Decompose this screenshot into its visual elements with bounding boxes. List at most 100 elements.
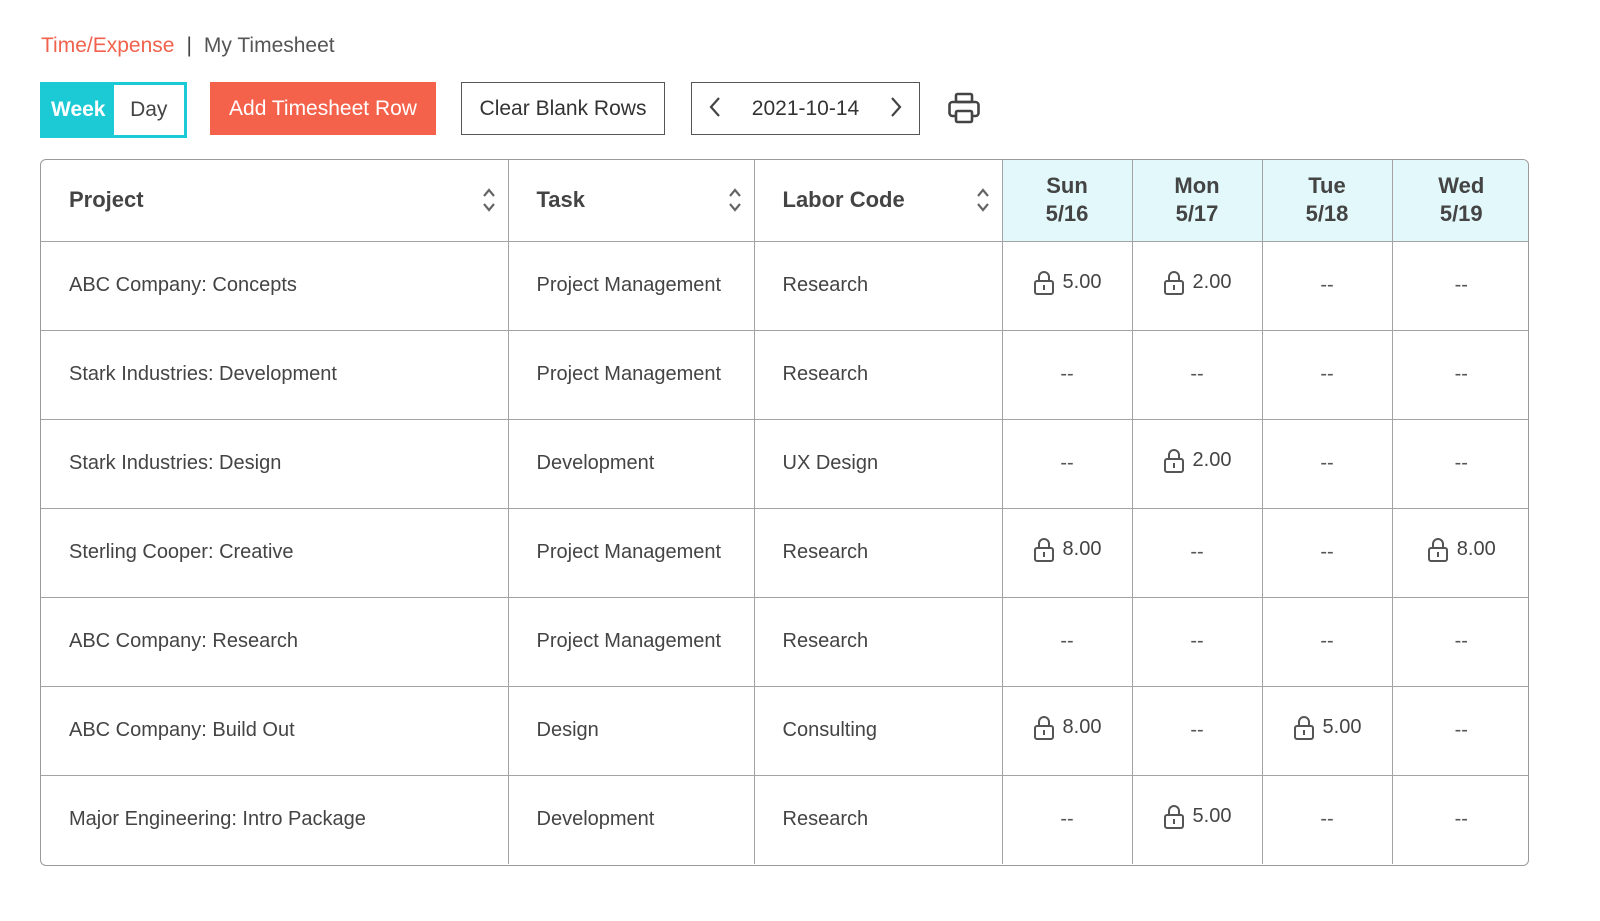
hours-cell[interactable]: 8.00 (1001, 507, 1133, 598)
view-toggle-day[interactable]: Day (114, 85, 185, 135)
breadcrumb: Time/Expense | My Timesheet (41, 34, 335, 58)
timesheet-grid: Project Task Labor Code Sun 5/16 Mon 5/1… (40, 159, 1529, 866)
hours-cell[interactable]: -- (1391, 329, 1528, 420)
hours-cell[interactable]: -- (1391, 774, 1528, 864)
table-row[interactable]: ABC Company: Concepts Project Management R… (41, 240, 1528, 331)
hours-cell[interactable]: 2.00 (1131, 240, 1263, 331)
hours-cell[interactable]: -- (1261, 596, 1393, 687)
hours-cell[interactable]: -- (1261, 774, 1393, 864)
labor-code-cell[interactable]: Consulting (753, 685, 1003, 776)
task-cell[interactable]: Project Management (507, 240, 755, 331)
lock-icon (1293, 715, 1314, 740)
hours-value: 2.00 (1192, 271, 1232, 293)
task-cell[interactable]: Design (507, 685, 755, 776)
hours-cell[interactable]: -- (1131, 685, 1263, 776)
hours-cell[interactable]: -- (1391, 418, 1528, 509)
hours-cell[interactable]: -- (1131, 329, 1263, 420)
breadcrumb-link-time-expense[interactable]: Time/Expense (41, 34, 174, 58)
task-cell[interactable]: Project Management (507, 329, 755, 420)
locked-hours: 2.00 (1163, 448, 1231, 474)
table-row[interactable]: ABC Company: Research Project Management R… (41, 596, 1528, 687)
day-name: Tue (1308, 173, 1346, 199)
project-cell[interactable]: ABC Company: Research (41, 596, 509, 687)
task-cell[interactable]: Development (507, 774, 755, 864)
hours-cell[interactable]: 5.00 (1131, 774, 1263, 864)
hours-value: 8.00 (1062, 716, 1102, 738)
labor-code-cell[interactable]: UX Design (753, 418, 1003, 509)
column-header-project[interactable]: Project (41, 160, 509, 242)
column-header-labor-code[interactable]: Labor Code (753, 160, 1003, 242)
lock-icon (1163, 270, 1184, 295)
hours-cell[interactable]: -- (1261, 507, 1393, 598)
hours-value: 8.00 (1062, 538, 1102, 560)
hours-cell[interactable]: -- (1261, 418, 1393, 509)
hours-cell[interactable]: 5.00 (1001, 240, 1133, 331)
labor-code-cell[interactable]: Research (753, 240, 1003, 331)
hours-cell[interactable]: -- (1001, 596, 1133, 687)
hours-cell[interactable]: -- (1001, 418, 1133, 509)
current-date[interactable]: 2021-10-14 (752, 97, 859, 121)
empty-hours: -- (1320, 541, 1334, 563)
table-row[interactable]: Sterling Cooper: Creative Project Managem… (41, 507, 1528, 598)
lock-icon (1163, 804, 1184, 829)
project-cell[interactable]: Major Engineering: Intro Package (41, 774, 509, 864)
table-row[interactable]: Major Engineering: Intro Package Developm… (41, 774, 1528, 864)
project-cell[interactable]: ABC Company: Concepts (41, 240, 509, 331)
add-timesheet-row-button[interactable]: Add Timesheet Row (210, 82, 436, 135)
hours-cell[interactable]: -- (1391, 240, 1528, 331)
sort-icon[interactable] (482, 185, 496, 215)
labor-code-cell[interactable]: Research (753, 596, 1003, 687)
breadcrumb-separator: | (186, 34, 192, 57)
hours-cell[interactable]: -- (1391, 596, 1528, 687)
hours-cell[interactable]: -- (1131, 507, 1263, 598)
day-date: 5/17 (1175, 201, 1219, 227)
task-cell[interactable]: Project Management (507, 507, 755, 598)
hours-cell[interactable]: -- (1131, 596, 1263, 687)
task-cell[interactable]: Development (507, 418, 755, 509)
table-row[interactable]: Stark Industries: Design Development UX De… (41, 418, 1528, 509)
chevron-left-icon[interactable] (708, 96, 722, 122)
hours-cell[interactable]: -- (1261, 240, 1393, 331)
locked-hours: 5.00 (1163, 804, 1231, 830)
locked-hours: 5.00 (1033, 270, 1101, 296)
day-date: 5/16 (1045, 201, 1089, 227)
project-cell[interactable]: ABC Company: Build Out (41, 685, 509, 776)
sort-icon[interactable] (728, 185, 742, 215)
hours-cell[interactable]: -- (1391, 685, 1528, 776)
project-cell[interactable]: Stark Industries: Design (41, 418, 509, 509)
empty-hours: -- (1190, 630, 1204, 652)
chevron-right-icon[interactable] (889, 96, 903, 122)
column-header-day: Sun 5/16 (1001, 160, 1133, 242)
hours-cell[interactable]: 5.00 (1261, 685, 1393, 776)
table-row[interactable]: ABC Company: Build Out Design Consulting 8.… (41, 685, 1528, 776)
empty-hours: -- (1320, 630, 1334, 652)
hours-cell[interactable]: -- (1261, 329, 1393, 420)
labor-code-cell[interactable]: Research (753, 774, 1003, 864)
empty-hours: -- (1320, 274, 1334, 296)
empty-hours: -- (1454, 452, 1468, 474)
labor-code-cell[interactable]: Research (753, 329, 1003, 420)
locked-hours: 5.00 (1293, 715, 1361, 741)
column-header-task-label: Task (536, 187, 586, 213)
view-toggle-week[interactable]: Week (43, 85, 114, 135)
locked-hours: 8.00 (1033, 537, 1102, 563)
hours-cell[interactable]: -- (1001, 774, 1133, 864)
project-cell[interactable]: Sterling Cooper: Creative (41, 507, 509, 598)
project-cell[interactable]: Stark Industries: Development (41, 329, 509, 420)
labor-code-cell[interactable]: Research (753, 507, 1003, 598)
hours-cell[interactable]: -- (1001, 329, 1133, 420)
empty-hours: -- (1190, 363, 1204, 385)
empty-hours: -- (1320, 452, 1334, 474)
table-row[interactable]: Stark Industries: Development Project Man… (41, 329, 1528, 420)
task-cell[interactable]: Project Management (507, 596, 755, 687)
hours-cell[interactable]: 2.00 (1131, 418, 1263, 509)
empty-hours: -- (1454, 274, 1468, 296)
hours-cell[interactable]: 8.00 (1001, 685, 1133, 776)
locked-hours: 2.00 (1163, 270, 1232, 296)
hours-cell[interactable]: 8.00 (1391, 507, 1528, 598)
column-header-day: Wed 5/19 (1391, 160, 1528, 242)
sort-icon[interactable] (976, 185, 990, 215)
column-header-task[interactable]: Task (507, 160, 755, 242)
printer-icon[interactable] (947, 91, 981, 125)
clear-blank-rows-button[interactable]: Clear Blank Rows (461, 82, 665, 135)
